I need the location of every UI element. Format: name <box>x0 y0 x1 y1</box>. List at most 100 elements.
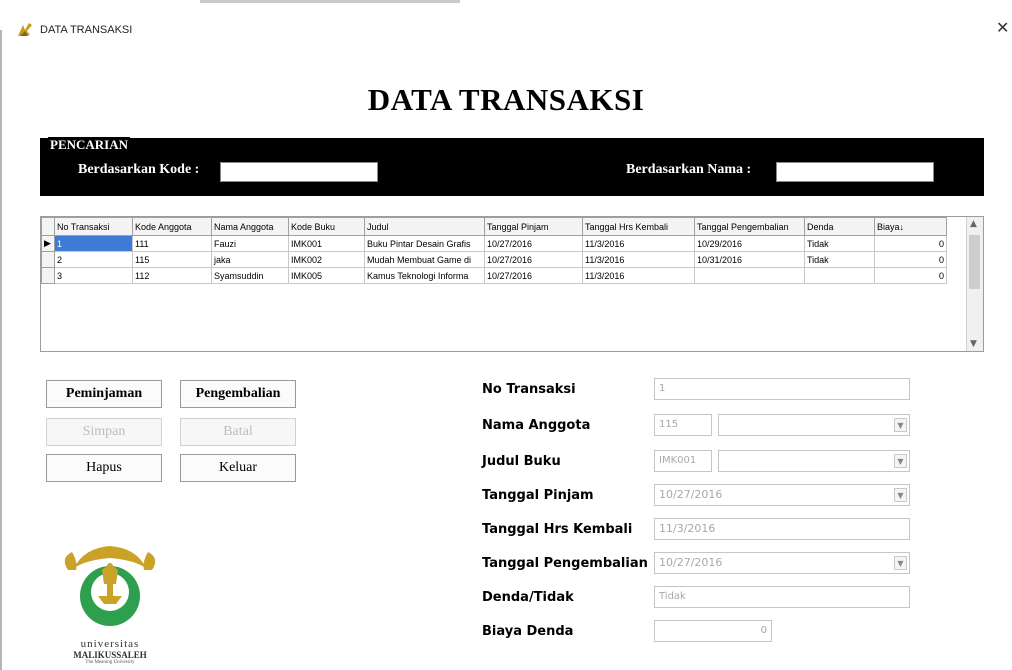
window-top-strip <box>200 0 460 3</box>
tanggal-pengembalian-label: Tanggal Pengembalian <box>482 556 648 571</box>
chevron-down-icon[interactable]: ▼ <box>894 454 907 468</box>
table-cell[interactable]: 0 <box>874 235 947 252</box>
table-cell[interactable]: Syamsuddin <box>211 267 289 284</box>
search-panel: PENCARIAN Berdasarkan Kode : Berdasarkan… <box>40 137 984 196</box>
scroll-down-icon[interactable]: ▼ <box>970 339 977 349</box>
table-cell[interactable]: 2 <box>54 251 133 268</box>
table-cell[interactable]: 11/3/2016 <box>582 267 695 284</box>
table-cell[interactable]: Fauzi <box>211 235 289 252</box>
table-cell[interactable]: 3 <box>54 267 133 284</box>
page-title: DATA TRANSAKSI <box>367 82 645 117</box>
column-header[interactable]: No Transaksi <box>54 217 133 236</box>
table-row[interactable]: 3 112 Syamsuddin IMK005 Kamus Teknologi … <box>41 267 947 284</box>
column-header[interactable]: Denda <box>804 217 875 236</box>
table-cell[interactable]: Kamus Teknologi Informa <box>364 267 485 284</box>
window-titlebar: DATA TRANSAKSI ✕ <box>0 0 1012 46</box>
close-icon[interactable]: ✕ <box>996 18 1009 37</box>
table-cell[interactable]: IMK005 <box>288 267 365 284</box>
table-cell[interactable]: 111 <box>132 235 212 252</box>
row-header-corner <box>41 217 55 236</box>
transaction-table: No Transaksi Kode Anggota Nama Anggota K… <box>41 217 947 284</box>
tanggal-hrs-kembali-label: Tanggal Hrs Kembali <box>482 522 633 537</box>
chevron-down-icon[interactable]: ▼ <box>894 488 907 502</box>
table-cell[interactable]: 10/27/2016 <box>484 267 583 284</box>
column-header[interactable]: Biaya↓ <box>874 217 947 236</box>
chevron-down-icon[interactable]: ▼ <box>894 556 907 570</box>
table-cell[interactable]: IMK001 <box>288 235 365 252</box>
table-cell[interactable]: 112 <box>132 267 212 284</box>
window-title: DATA TRANSAKSI <box>40 24 133 36</box>
peminjaman-button[interactable]: Peminjaman <box>46 380 162 408</box>
transaction-grid[interactable]: No Transaksi Kode Anggota Nama Anggota K… <box>40 216 984 352</box>
logo-text-name: MALIKUSSALEH <box>73 650 147 660</box>
row-selector[interactable] <box>41 251 55 268</box>
pengembalian-button[interactable]: Pengembalian <box>180 380 296 408</box>
tanggal-pinjam-value: 10/27/2016 <box>659 488 723 501</box>
judul-buku-label: Judul Buku <box>482 454 561 469</box>
table-cell[interactable]: 10/27/2016 <box>484 251 583 268</box>
table-cell[interactable]: 10/29/2016 <box>694 235 805 252</box>
denda-field[interactable]: Tidak <box>654 586 910 608</box>
table-cell[interactable]: 11/3/2016 <box>582 251 695 268</box>
table-cell[interactable]: Tidak <box>804 251 875 268</box>
table-cell[interactable]: Buku Pintar Desain Grafis <box>364 235 485 252</box>
row-selector[interactable] <box>41 267 55 284</box>
tanggal-pinjam-datepicker[interactable]: 10/27/2016 ▼ <box>654 484 910 506</box>
keluar-button[interactable]: Keluar <box>180 454 296 482</box>
column-header[interactable]: Kode Anggota <box>132 217 212 236</box>
nama-anggota-label: Nama Anggota <box>482 418 591 433</box>
column-header[interactable]: Tanggal Pinjam <box>484 217 583 236</box>
judul-buku-code-field[interactable]: IMK001 <box>654 450 712 472</box>
column-header[interactable]: Nama Anggota <box>211 217 289 236</box>
search-by-name-input[interactable] <box>776 162 934 182</box>
logo-tagline: The Meaning University <box>85 660 135 665</box>
scroll-up-icon[interactable]: ▲ <box>970 219 977 229</box>
biaya-denda-label: Biaya Denda <box>482 624 574 639</box>
table-cell[interactable]: 11/3/2016 <box>582 235 695 252</box>
hapus-button[interactable]: Hapus <box>46 454 162 482</box>
column-header[interactable]: Kode Buku <box>288 217 365 236</box>
scrollbar-thumb[interactable] <box>969 235 980 289</box>
nama-anggota-combo[interactable]: ▼ <box>718 414 910 436</box>
nama-anggota-code-field[interactable]: 115 <box>654 414 712 436</box>
logo-text-universitas: universitas <box>80 638 140 650</box>
simpan-button[interactable]: Simpan <box>46 418 162 446</box>
table-cell[interactable]: 0 <box>874 251 947 268</box>
chevron-down-icon[interactable]: ▼ <box>894 418 907 432</box>
biaya-denda-field[interactable]: 0 <box>654 620 772 642</box>
grid-scrollbar[interactable]: ▲ ▼ <box>966 217 983 351</box>
judul-buku-combo[interactable]: ▼ <box>718 450 910 472</box>
table-cell[interactable]: 1 <box>54 235 133 252</box>
search-by-code-label: Berdasarkan Kode : <box>78 162 200 177</box>
row-selector-icon[interactable]: ▶ <box>41 235 55 252</box>
tanggal-hrs-kembali-field[interactable]: 11/3/2016 <box>654 518 910 540</box>
tanggal-pinjam-label: Tanggal Pinjam <box>482 488 594 503</box>
column-header[interactable]: Tanggal Hrs Kembali <box>582 217 695 236</box>
table-row[interactable]: ▶ 1 111 Fauzi IMK001 Buku Pintar Desain … <box>41 235 947 252</box>
table-row[interactable]: 2 115 jaka IMK002 Mudah Membuat Game di … <box>41 251 947 268</box>
search-by-name-label: Berdasarkan Nama : <box>626 162 752 177</box>
column-header[interactable]: Judul <box>364 217 485 236</box>
tanggal-pengembalian-datepicker[interactable]: 10/27/2016 ▼ <box>654 552 910 574</box>
no-transaksi-label: No Transaksi <box>482 382 576 397</box>
search-legend: PENCARIAN <box>48 137 130 153</box>
table-cell[interactable]: Mudah Membuat Game di <box>364 251 485 268</box>
table-cell[interactable]: 115 <box>132 251 212 268</box>
university-emblem-icon <box>64 546 156 626</box>
table-cell[interactable]: jaka <box>211 251 289 268</box>
window-left-border <box>0 30 2 670</box>
table-cell[interactable]: 0 <box>874 267 947 284</box>
table-cell[interactable]: IMK002 <box>288 251 365 268</box>
column-header[interactable]: Tanggal Pengembalian <box>694 217 805 236</box>
tanggal-pengembalian-value: 10/27/2016 <box>659 556 723 569</box>
table-cell[interactable]: Tidak <box>804 235 875 252</box>
no-transaksi-field[interactable]: 1 <box>654 378 910 400</box>
table-cell[interactable]: 10/27/2016 <box>484 235 583 252</box>
table-cell[interactable]: 10/31/2016 <box>694 251 805 268</box>
search-by-code-input[interactable] <box>220 162 378 182</box>
table-cell[interactable] <box>804 267 875 284</box>
batal-button[interactable]: Batal <box>180 418 296 446</box>
table-cell[interactable] <box>694 267 805 284</box>
table-header-row: No Transaksi Kode Anggota Nama Anggota K… <box>41 217 947 236</box>
denda-label: Denda/Tidak <box>482 590 574 605</box>
